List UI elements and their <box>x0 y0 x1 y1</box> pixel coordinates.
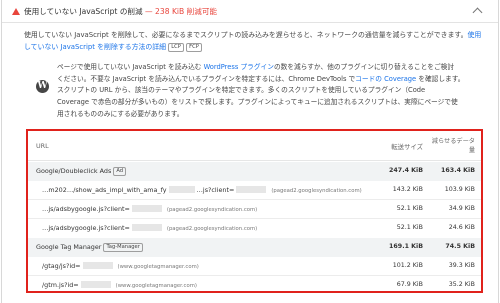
script-url-text: /gtm.js?id= <box>42 281 79 289</box>
script-url[interactable]: /gtag/js?id= (www.googletagmanager.com) <box>42 262 199 270</box>
unused-js-table: URL 転送サイズ 減らせるデータ量 Google/Doubleclick Ad… <box>26 129 483 293</box>
script-url-text: …js/adsbygoogle.js?client= <box>42 205 130 213</box>
transfer-size: 52.1 KiB <box>396 224 423 231</box>
redacted-value <box>168 186 195 193</box>
potential-savings: 34.9 KiB <box>448 205 475 212</box>
script-url-query: …js?client= <box>196 186 235 194</box>
script-origin: (pagead2.googlesyndication.com) <box>166 226 258 232</box>
potential-savings: 103.9 KiB <box>444 186 475 193</box>
transfer-size: 143.2 KiB <box>392 186 423 193</box>
script-origin: (www.googletagmanager.com) <box>117 264 199 270</box>
column-header-potential-savings: 減らせるデータ量 <box>431 138 475 154</box>
potential-savings: 35.2 KiB <box>448 281 475 288</box>
audit-title-text: 使用していない JavaScript の削減 <box>24 7 143 16</box>
wp-line1-text: ページで使用していない JavaScript を読み込む <box>57 63 204 71</box>
script-url-text: /gtag/js?id= <box>42 262 81 270</box>
entity-label: Google Tag Manager <box>36 243 102 251</box>
potential-savings: 24.6 KiB <box>448 224 475 231</box>
redacted-value <box>131 205 162 212</box>
wp-line4: Coverage で赤色の部分が多いもの）をリストで探します。プラグインによって… <box>57 98 458 107</box>
entity-name: Google Tag Manager Tag-Manager <box>36 243 143 252</box>
potential-savings: 74.5 KiB <box>445 243 475 250</box>
metric-tag-fcp: FCP <box>186 43 202 52</box>
script-url-text: …m202…/show_ads_impl_with_ama_fy <box>42 186 167 194</box>
wordpress-guidance: ページで使用していない JavaScript を読み込む WordPress プ… <box>57 62 487 121</box>
script-url[interactable]: …m202…/show_ads_impl_with_ama_fy …js?clie… <box>42 186 362 194</box>
potential-savings: 39.3 KiB <box>448 262 475 269</box>
transfer-size: 101.2 KiB <box>392 262 423 269</box>
table-row-group-tag-manager: Google Tag Manager Tag-Manager 169.1 KiB… <box>28 238 481 257</box>
audit-savings: 238 KiB 削減可能 <box>155 7 218 16</box>
redacted-value <box>80 281 111 288</box>
script-url[interactable]: …js/adsbygoogle.js?client= (pagead2.googl… <box>42 224 257 232</box>
audit-panel: 使用していない JavaScript の削減 — 238 KiB 削減可能 使用… <box>0 0 500 303</box>
script-url[interactable]: /gtm.js?id= (www.googletagmanager.com) <box>42 281 197 289</box>
entity-label: Google/Doubleclick Ads <box>36 167 112 175</box>
table-row[interactable]: …js/adsbygoogle.js?client= (pagead2.googl… <box>28 219 481 238</box>
script-origin: (pagead2.googlesyndication.com) <box>271 188 362 194</box>
table-row[interactable]: …js/adsbygoogle.js?client= (pagead2.googl… <box>28 200 481 219</box>
transfer-size: 169.1 KiB <box>389 243 423 250</box>
transfer-size: 67.9 KiB <box>396 281 423 288</box>
wp-line5: 用されるもののみにする必要があります。 <box>57 109 184 118</box>
wp-line3: スクリプトの URL から、該当のテーマやプラグインを特定できます。多くのスクリ… <box>57 86 426 95</box>
description-text: 使用していない JavaScript を削除して、必要になるまでスクリプトの読み… <box>24 31 468 39</box>
redacted-value <box>131 224 162 231</box>
warning-triangle-icon <box>12 8 20 15</box>
audit-title: 使用していない JavaScript の削減 — 238 KiB 削減可能 <box>24 6 217 17</box>
entity-tag-tag-manager: Tag-Manager <box>103 243 143 252</box>
wp-line2-text: ください。不要な JavaScript を読み込んでいるプラグインを特定するには… <box>57 74 356 83</box>
audit-header[interactable]: 使用していない JavaScript の削減 — 238 KiB 削減可能 <box>2 1 498 23</box>
table-row-group-google-ads: Google/Doubleclick Ads Ad 247.4 KiB 163.… <box>28 162 481 181</box>
panel-right-border <box>498 0 499 303</box>
wordpress-logo-icon: W <box>36 80 49 93</box>
script-origin: (www.googletagmanager.com) <box>115 283 197 289</box>
code-coverage-link[interactable]: コードの Coverage <box>355 75 416 83</box>
chevron-up-icon[interactable] <box>472 7 483 18</box>
wp-line1-rest: の数を減らすか、他のプラグインに切り替えることをご検討 <box>273 63 455 71</box>
script-url-text: …js/adsbygoogle.js?client= <box>42 224 130 232</box>
script-url[interactable]: …js/adsbygoogle.js?client= (pagead2.googl… <box>42 205 257 213</box>
redacted-value <box>236 186 267 193</box>
redacted-value <box>82 262 113 269</box>
column-header-url: URL <box>36 142 49 150</box>
wordpress-plugins-link[interactable]: WordPress プラグイン <box>204 63 274 71</box>
table-row[interactable]: /gtm.js?id= (www.googletagmanager.com) 67… <box>28 276 481 291</box>
metric-tag-lcp: LCP <box>168 43 184 52</box>
table-header: URL 転送サイズ 減らせるデータ量 <box>28 131 481 161</box>
transfer-size: 52.1 KiB <box>396 205 423 212</box>
audit-title-separator: — <box>142 7 156 16</box>
column-header-transfer-size: 転送サイズ <box>391 143 423 151</box>
wp-line2-rest: を確認します。 <box>416 74 465 83</box>
panel-left-border <box>1 0 2 303</box>
script-origin: (pagead2.googlesyndication.com) <box>166 207 258 213</box>
audit-description: 使用していない JavaScript を削除して、必要になるまでスクリプトの読み… <box>24 29 486 53</box>
entity-name: Google/Doubleclick Ads Ad <box>36 167 127 176</box>
entity-tag-ad: Ad <box>113 167 127 176</box>
potential-savings: 163.4 KiB <box>441 167 475 174</box>
table-row[interactable]: …m202…/show_ads_impl_with_ama_fy …js?clie… <box>28 181 481 200</box>
table-row[interactable]: /gtag/js?id= (www.googletagmanager.com) 1… <box>28 257 481 276</box>
transfer-size: 247.4 KiB <box>389 167 423 174</box>
